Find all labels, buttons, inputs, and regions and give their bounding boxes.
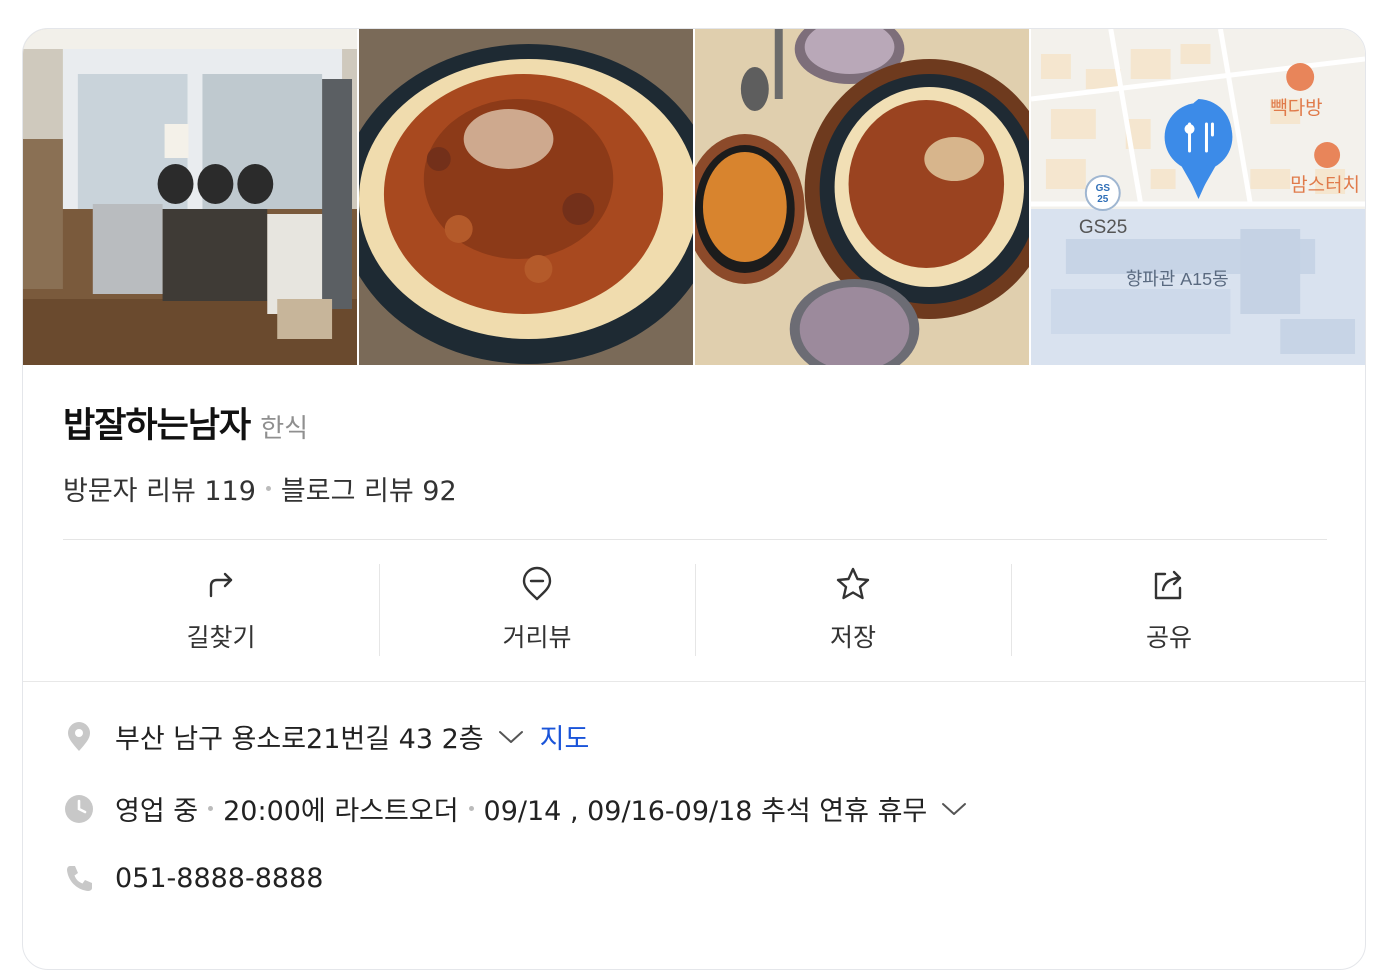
restaurant-interior-photo[interactable] bbox=[23, 29, 357, 365]
map-thumbnail[interactable]: 빽다방 맘스터치 GS 25 GS25 향파관 A15동 bbox=[1031, 29, 1365, 365]
divider bbox=[63, 539, 1327, 540]
directions-icon bbox=[209, 572, 233, 598]
map-poi-label: GS25 bbox=[1079, 217, 1127, 238]
street-view-icon bbox=[522, 566, 552, 601]
open-status: 영업 중 bbox=[115, 796, 199, 827]
hours-row: 영업 중 20:00에 라스트오더 09/14 , 09/16-09/18 추석… bbox=[63, 789, 967, 828]
directions-button[interactable]: 길찾기 bbox=[63, 564, 379, 656]
phone-row: 051-8888-8888 bbox=[63, 862, 323, 894]
food-photo-1[interactable] bbox=[359, 29, 693, 365]
review-counts: 방문자 리뷰 119 블로그 리뷰 92 bbox=[63, 469, 457, 508]
holiday-text: 09/14 , 09/16-09/18 추석 연휴 휴무 bbox=[483, 796, 928, 827]
address-text[interactable]: 부산 남구 용소로21번길 43 2층 bbox=[115, 717, 484, 756]
star-icon bbox=[836, 567, 870, 600]
location-pin-icon bbox=[68, 721, 90, 751]
map-poi-label: 맘스터치 bbox=[1290, 174, 1360, 196]
svg-text:25: 25 bbox=[1097, 194, 1109, 205]
photo-strip: 빽다방 맘스터치 GS 25 GS25 향파관 A15동 bbox=[23, 29, 1365, 365]
action-bar: 길찾기 거리뷰 저장 공유 bbox=[63, 564, 1327, 656]
map-poi-label: 빽다방 bbox=[1270, 97, 1322, 119]
clock-icon bbox=[65, 794, 93, 823]
separator-dot bbox=[468, 806, 474, 811]
save-label: 저장 bbox=[829, 623, 876, 652]
separator-dot bbox=[265, 486, 271, 491]
share-label: 공유 bbox=[1145, 623, 1192, 652]
map-link[interactable]: 지도 bbox=[540, 717, 590, 756]
food-photo-2[interactable] bbox=[695, 29, 1029, 365]
directions-label: 길찾기 bbox=[186, 623, 256, 652]
divider bbox=[23, 681, 1365, 682]
last-order-text: 20:00에 라스트오더 bbox=[223, 796, 459, 827]
street-view-button[interactable]: 거리뷰 bbox=[379, 564, 695, 656]
share-icon bbox=[1154, 570, 1182, 600]
chevron-down-icon[interactable] bbox=[941, 801, 967, 817]
map-poi-label: 향파관 A15동 bbox=[1126, 269, 1229, 289]
separator-dot bbox=[208, 806, 214, 811]
svg-text:GS: GS bbox=[1096, 183, 1111, 194]
street-view-label: 거리뷰 bbox=[502, 623, 572, 652]
blog-review-link[interactable]: 블로그 리뷰 92 bbox=[281, 469, 457, 508]
phone-number[interactable]: 051-8888-8888 bbox=[115, 863, 323, 894]
place-category: 한식 bbox=[260, 414, 309, 444]
address-row: 부산 남구 용소로21번길 43 2층 지도 bbox=[63, 717, 589, 756]
phone-icon bbox=[67, 866, 92, 891]
chevron-down-icon[interactable] bbox=[498, 729, 524, 745]
place-name[interactable]: 밥잘하는남자 bbox=[63, 397, 251, 448]
share-button[interactable]: 공유 bbox=[1011, 564, 1327, 656]
place-card: 빽다방 맘스터치 GS 25 GS25 향파관 A15동 밥잘하는남자 한식 방… bbox=[22, 28, 1366, 970]
visitor-review-link[interactable]: 방문자 리뷰 119 bbox=[63, 469, 256, 508]
title-row: 밥잘하는남자 한식 bbox=[63, 397, 308, 448]
save-button[interactable]: 저장 bbox=[695, 564, 1011, 656]
